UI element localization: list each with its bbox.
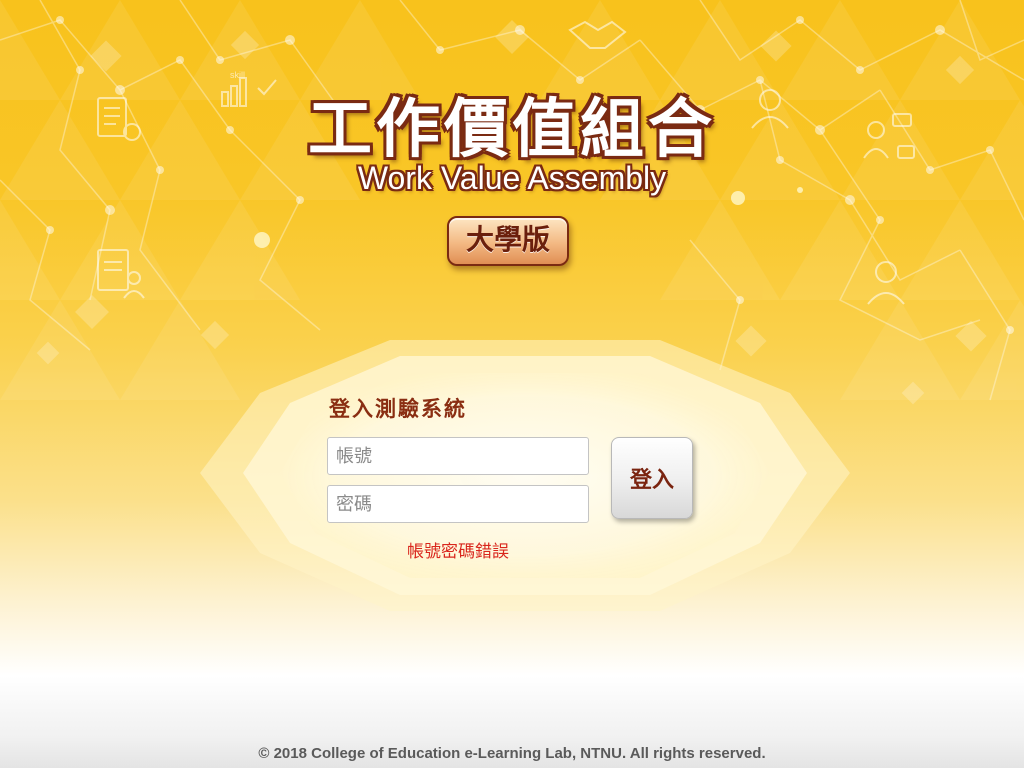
login-button[interactable]: 登入	[611, 437, 693, 519]
login-error-message: 帳號密碼錯誤	[407, 542, 509, 562]
document-person-icon	[97, 249, 145, 299]
handshake-icon	[568, 20, 627, 49]
person-icon	[867, 261, 905, 305]
edition-badge: 大學版	[447, 216, 569, 266]
network-lines	[0, 0, 1024, 401]
account-input[interactable]	[327, 437, 589, 475]
app-subtitle: Work Value Assembly	[357, 160, 667, 196]
footer-copyright: © 2018 College of Education e-Learning L…	[258, 745, 766, 762]
app-title: 工作價值組合	[308, 93, 716, 167]
login-heading: 登入測驗系統	[329, 397, 467, 421]
triangle-pattern	[0, 0, 1024, 400]
login-panel-glow	[200, 340, 850, 611]
password-input[interactable]	[327, 485, 589, 523]
